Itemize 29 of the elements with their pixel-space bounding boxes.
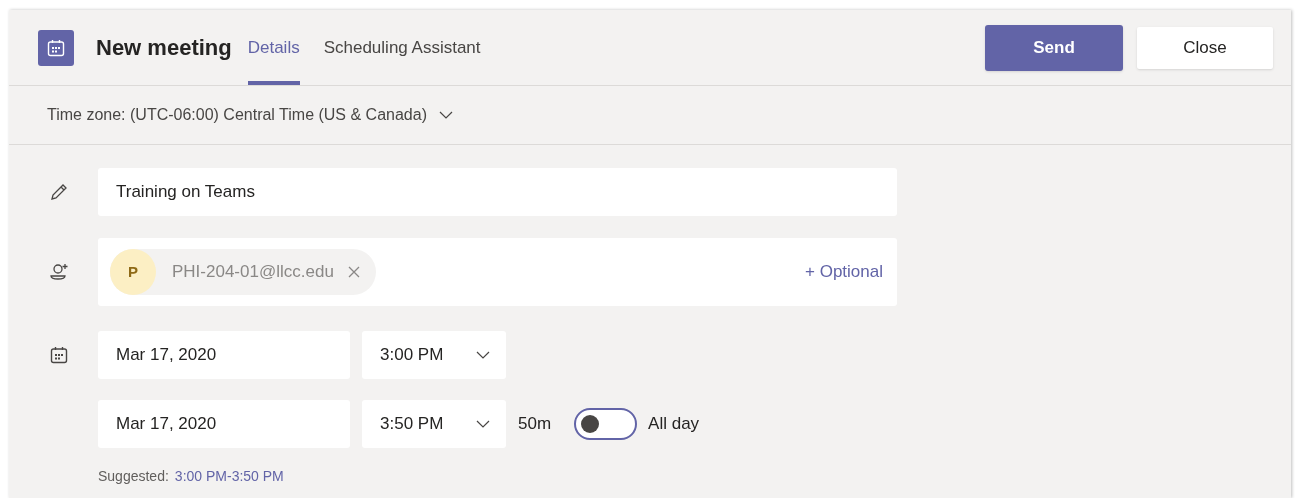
time-zone-dropdown[interactable]: Time zone: (UTC-06:00) Central Time (US & Canada) bbox=[47, 103, 453, 127]
attendee-chip[interactable]: P PHI-204-01@llcc.edu bbox=[110, 249, 376, 295]
optional-link[interactable]: + Optional bbox=[805, 259, 883, 285]
all-day-label: All day bbox=[648, 413, 700, 436]
duration-label: 50m bbox=[518, 413, 552, 436]
remove-icon[interactable] bbox=[347, 266, 360, 278]
chevron-down-icon bbox=[439, 111, 453, 119]
time-dropdown[interactable]: 3:00 PM bbox=[362, 331, 506, 379]
all-day-toggle[interactable] bbox=[574, 408, 638, 440]
suggested-label: Suggested: bbox=[98, 467, 169, 486]
tab[interactable]: Details bbox=[247, 10, 300, 85]
attendees-field[interactable]: P PHI-204-01@llcc.edu + Optional bbox=[98, 238, 897, 306]
calendar-icon bbox=[49, 345, 69, 365]
date-field[interactable]: Mar 17, 2020 bbox=[98, 331, 350, 379]
add-person-icon bbox=[49, 261, 71, 283]
window-title: New meeting bbox=[96, 34, 232, 62]
avatar: P bbox=[110, 249, 156, 295]
close-button[interactable]: Close bbox=[1137, 26, 1273, 69]
title-field[interactable]: Training on Teams bbox=[98, 168, 897, 216]
date-field[interactable]: Mar 17, 2020 bbox=[98, 400, 350, 448]
time-dropdown[interactable]: 3:50 PM bbox=[362, 400, 506, 448]
attendee-email: PHI-204-01@llcc.edu bbox=[172, 261, 334, 284]
tab[interactable]: Scheduling Assistant bbox=[323, 10, 481, 85]
send-button[interactable]: Send bbox=[985, 24, 1123, 71]
pencil-icon bbox=[49, 182, 69, 202]
chevron-down-icon bbox=[476, 351, 490, 359]
chevron-down-icon bbox=[476, 420, 490, 428]
suggested-time-link[interactable]: 3:00 PM-3:50 PM bbox=[174, 466, 284, 487]
calendar-icon bbox=[46, 37, 66, 58]
